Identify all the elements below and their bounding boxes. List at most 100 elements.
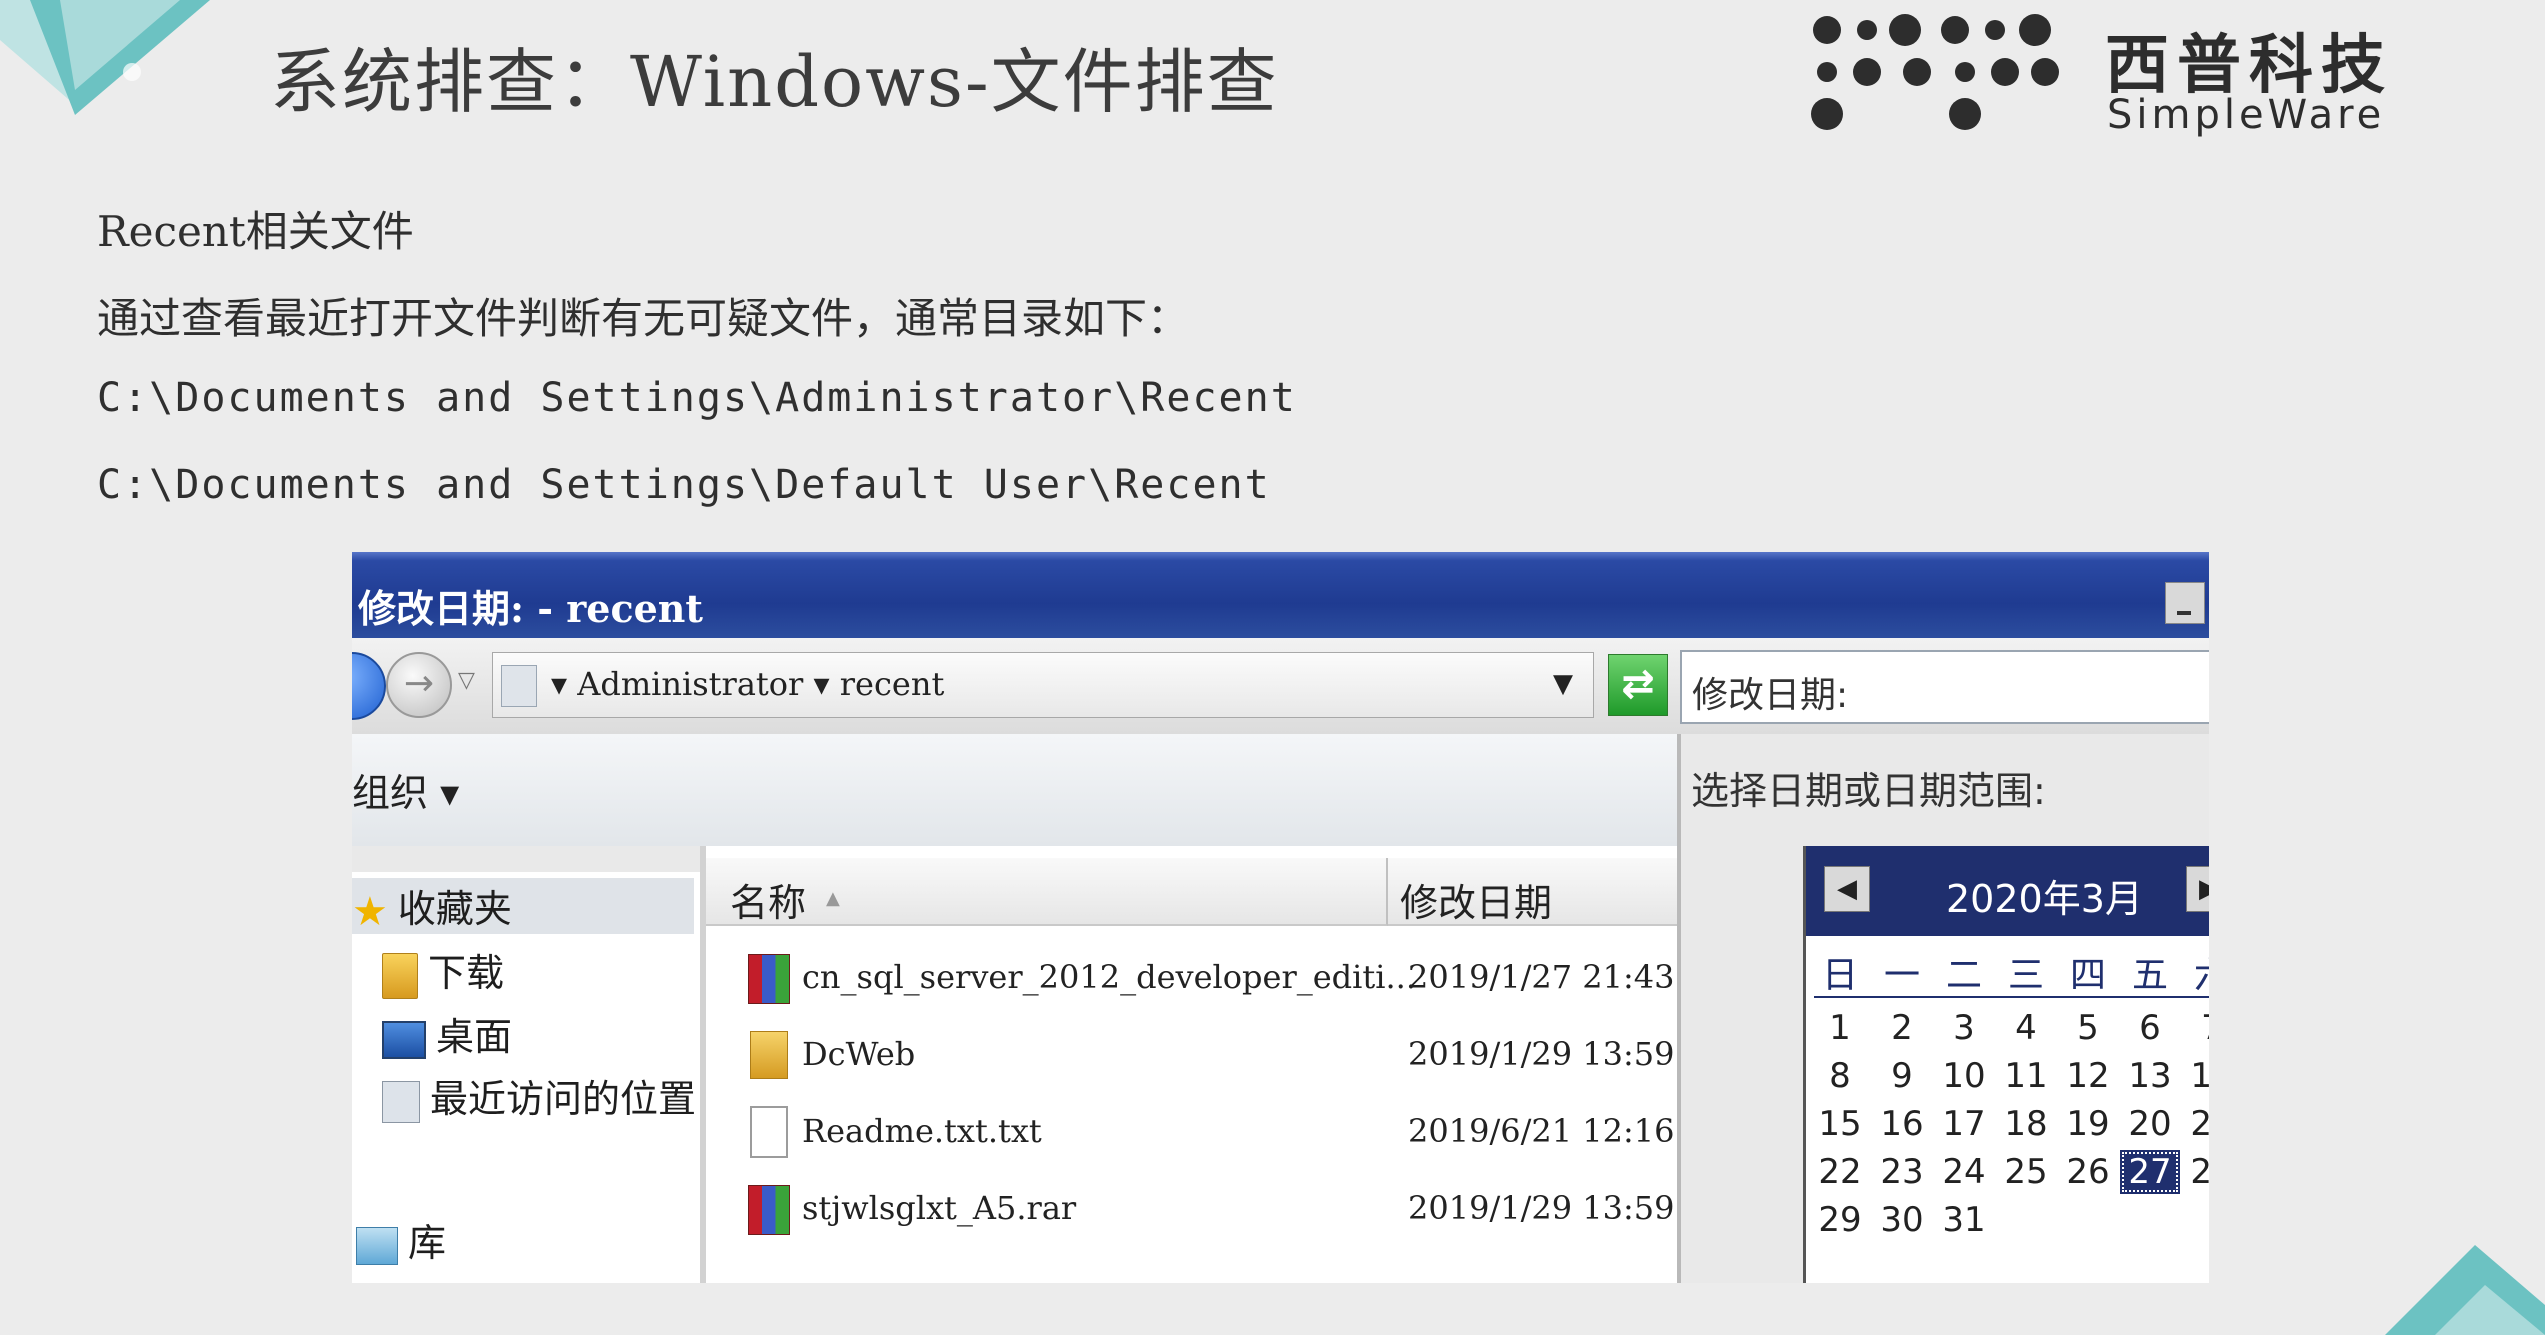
search-filter-text: 修改日期: (1692, 675, 1849, 716)
calendar-month-title[interactable]: 2020年3月 (1946, 868, 2143, 923)
calendar-day[interactable]: 8 (1810, 1054, 1870, 1098)
column-name-label: 名称 (730, 881, 807, 925)
calendar-day[interactable]: 14 (2182, 1054, 2209, 1098)
calendar-day[interactable]: 25 (1996, 1150, 2056, 1194)
path-administrator: C:\Documents and Settings\Administrator\… (97, 375, 1297, 421)
file-row[interactable]: Readme.txt.txt 2019/6/21 12:16 (706, 1094, 1677, 1170)
recent-places-icon (382, 1080, 420, 1123)
calendar-day[interactable]: 5 (2058, 1006, 2118, 1050)
calendar-day[interactable]: 10 (1934, 1054, 1994, 1098)
file-date: 2019/1/29 13:59 (1408, 1035, 1675, 1073)
calendar-day[interactable]: 16 (1872, 1102, 1932, 1146)
address-dropdown-icon[interactable]: ▼ (1553, 669, 1573, 699)
calendar-day[interactable]: 26 (2058, 1150, 2118, 1194)
file-date: 2019/1/29 13:59 (1408, 1189, 1675, 1227)
file-list: 名称 ▲ 修改日期 cn_sql_server_2012_developer_e… (706, 846, 1677, 1283)
previous-month-button[interactable]: ◀ (1824, 866, 1870, 912)
rar-archive-icon (748, 1185, 790, 1235)
window-titlebar: 修改日期: - recent (352, 552, 2209, 638)
file-row[interactable]: cn_sql_server_2012_developer_editi... 20… (706, 940, 1677, 1016)
calendar-day[interactable]: 11 (1996, 1054, 2056, 1098)
explorer-window: 修改日期: - recent → ▽ ▾ Administrator ▾ rec… (352, 552, 2209, 1283)
star-icon: ★ (352, 888, 388, 935)
weekday-divider (1814, 996, 2209, 998)
nav-recent-places[interactable]: 最近访问的位置 (382, 1068, 696, 1123)
calendar-day[interactable]: 6 (2120, 1006, 2180, 1050)
file-date: 2019/1/27 21:43 (1408, 958, 1675, 996)
downloads-folder-icon (382, 952, 418, 999)
file-name: stjwlsglxt_A5.rar (802, 1189, 1077, 1227)
file-date: 2019/6/21 12:16 (1408, 1112, 1675, 1150)
calendar-day[interactable]: 13 (2120, 1054, 2180, 1098)
calendar-day[interactable]: 3 (1934, 1006, 1994, 1050)
corner-decoration (0, 0, 210, 115)
calendar-day[interactable]: 20 (2120, 1102, 2180, 1146)
calendar-day[interactable]: 17 (1934, 1102, 1994, 1146)
forward-button[interactable]: → (386, 652, 452, 718)
nav-libraries-label: 库 (408, 1221, 447, 1265)
text-file-icon (750, 1106, 788, 1158)
calendar-day[interactable]: 30 (1872, 1198, 1932, 1242)
organize-button[interactable]: 组织 ▾ (352, 762, 459, 817)
desktop-icon (382, 1020, 426, 1059)
file-row[interactable]: stjwlsglxt_A5.rar 2019/1/29 13:59 (706, 1171, 1677, 1247)
date-range-prompt: 选择日期或日期范围: (1691, 769, 2046, 813)
calendar-day-selected[interactable]: 27 (2120, 1150, 2180, 1194)
calendar-day[interactable]: 15 (1810, 1102, 1870, 1146)
nav-libraries[interactable]: 库 (356, 1212, 446, 1267)
command-bar: 组织 ▾ (352, 734, 1677, 847)
recent-folder-icon (501, 665, 537, 707)
nav-recent-places-label: 最近访问的位置 (430, 1077, 697, 1121)
navigation-toolbar: → ▽ ▾ Administrator ▾ recent ▼ ⇄ 修改日期: (352, 638, 2209, 734)
next-month-button[interactable]: ▶ (2186, 866, 2209, 912)
nav-downloads[interactable]: 下载 (382, 942, 504, 999)
file-name: cn_sql_server_2012_developer_editi... (802, 958, 1416, 996)
calendar-day[interactable]: 9 (1872, 1054, 1932, 1098)
recent-heading: Recent相关文件 (97, 207, 414, 256)
rar-archive-icon (748, 954, 790, 1004)
calendar-header: ◀ 2020年3月 ▶ (1806, 846, 2209, 936)
calendar-day[interactable]: 4 (1996, 1006, 2056, 1050)
calendar-day[interactable]: 12 (2058, 1054, 2118, 1098)
refresh-button[interactable]: ⇄ (1608, 654, 1668, 716)
sort-ascending-icon: ▲ (826, 888, 840, 909)
column-header-modified[interactable]: 修改日期 (1388, 858, 1677, 926)
nav-favorites[interactable]: ★ 收藏夹 (352, 878, 694, 935)
calendar-day[interactable]: 22 (1810, 1150, 1870, 1194)
calendar-day[interactable]: 2 (1872, 1006, 1932, 1050)
calendar-day[interactable]: 21 (2182, 1102, 2209, 1146)
calendar-day[interactable]: 19 (2058, 1102, 2118, 1146)
weekday-label: 二 (1945, 955, 1982, 996)
calendar-day[interactable]: 29 (1810, 1198, 1870, 1242)
date-filter-pane: 选择日期或日期范围: ◀ 2020年3月 ▶ 日一二三四五六 123456789… (1677, 734, 2209, 1283)
navigation-pane-header (352, 846, 700, 872)
company-logo: 西普科技 SimpleWare (1805, 14, 2445, 144)
calendar-day[interactable]: 23 (1872, 1150, 1932, 1194)
weekday-label: 五 (2131, 955, 2168, 996)
library-icon (356, 1226, 398, 1265)
calendar-day[interactable]: 24 (1934, 1150, 1994, 1194)
back-button[interactable] (352, 652, 386, 720)
search-input[interactable]: 修改日期: (1680, 650, 2209, 724)
history-dropdown-icon[interactable]: ▽ (458, 668, 475, 693)
logo-text-en: SimpleWare (2107, 92, 2386, 138)
weekday-label: 一 (1883, 955, 1920, 996)
nav-desktop-label: 桌面 (436, 1015, 513, 1059)
column-header-name[interactable]: 名称 ▲ (706, 858, 1388, 926)
address-bar[interactable]: ▾ Administrator ▾ recent ▼ (492, 652, 1594, 718)
slide-title: 系统排查：Windows-文件排查 (270, 41, 1279, 123)
calendar-day[interactable]: 31 (1934, 1198, 1994, 1242)
weekday-label: 日 (1821, 955, 1858, 996)
file-row[interactable]: DcWeb 2019/1/29 13:59 (706, 1017, 1677, 1093)
calendar-day[interactable]: 7 (2182, 1006, 2209, 1050)
weekday-label: 四 (2069, 955, 2106, 996)
calendar-day[interactable]: 18 (1996, 1102, 2056, 1146)
description-text: 通过查看最近打开文件判断有无可疑文件，通常目录如下： (97, 294, 1190, 343)
file-name: Readme.txt.txt (802, 1112, 1042, 1150)
calendar-day[interactable]: 28 (2182, 1150, 2209, 1194)
minimize-button[interactable] (2165, 582, 2205, 624)
address-path: ▾ Administrator ▾ recent (551, 665, 945, 703)
calendar-day[interactable]: 1 (1810, 1006, 1870, 1050)
path-default-user: C:\Documents and Settings\Default User\R… (97, 462, 1271, 508)
nav-desktop[interactable]: 桌面 (382, 1006, 512, 1061)
